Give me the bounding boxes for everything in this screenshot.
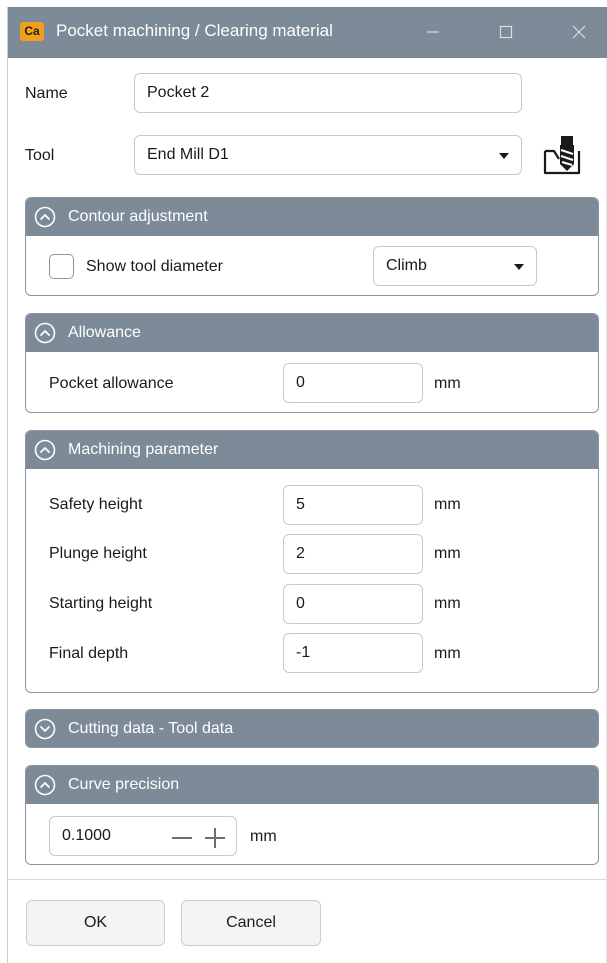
dialog-window: Ca Pocket machining / Clearing material … bbox=[7, 7, 607, 963]
final-depth-input[interactable] bbox=[284, 634, 422, 672]
pocket-allowance-label: Pocket allowance bbox=[49, 375, 174, 392]
chevron-up-circle-icon bbox=[34, 774, 56, 796]
starting-height-input[interactable] bbox=[284, 585, 422, 623]
tool-holder-button[interactable] bbox=[541, 134, 585, 178]
tool-dropdown[interactable]: End Mill D1 bbox=[134, 135, 522, 175]
final-depth-unit: mm bbox=[434, 645, 461, 662]
machining-parameter-header[interactable]: Machining parameter bbox=[26, 431, 598, 469]
chevron-up-circle-icon bbox=[34, 439, 56, 461]
contour-adjustment-panel: Contour adjustment Show tool diameter Cl… bbox=[25, 197, 599, 296]
name-field[interactable] bbox=[134, 73, 522, 113]
minimize-button[interactable] bbox=[413, 18, 453, 46]
curve-precision-title: Curve precision bbox=[68, 776, 180, 793]
footer-divider bbox=[8, 879, 607, 880]
plus-icon bbox=[205, 828, 225, 848]
curve-precision-input[interactable] bbox=[50, 817, 160, 855]
safety-height-input[interactable] bbox=[284, 486, 422, 524]
machining-parameter-panel: Machining parameter Safety height mm Plu… bbox=[25, 430, 599, 693]
chevron-up-circle-icon bbox=[34, 322, 56, 344]
name-label: Name bbox=[25, 85, 68, 102]
decrement-button[interactable] bbox=[170, 826, 194, 848]
plunge-height-field[interactable] bbox=[283, 534, 423, 574]
final-depth-label: Final depth bbox=[49, 645, 129, 662]
maximize-icon bbox=[499, 25, 513, 39]
safety-height-field[interactable] bbox=[283, 485, 423, 525]
tool-holder-icon bbox=[543, 136, 581, 175]
plunge-height-label: Plunge height bbox=[49, 545, 147, 562]
allowance-panel: Allowance Pocket allowance mm bbox=[25, 313, 599, 413]
plunge-height-input[interactable] bbox=[284, 535, 422, 573]
direction-dropdown[interactable]: Climb bbox=[373, 246, 537, 286]
curve-precision-panel: Curve precision mm bbox=[25, 765, 599, 865]
curve-precision-unit: mm bbox=[250, 828, 277, 845]
show-tool-diameter-checkbox[interactable] bbox=[49, 254, 74, 279]
chevron-down-circle-icon bbox=[34, 718, 56, 740]
contour-adjustment-header[interactable]: Contour adjustment bbox=[26, 198, 598, 236]
machining-parameter-title: Machining parameter bbox=[68, 441, 219, 458]
chevron-down-icon bbox=[514, 264, 524, 270]
app-icon: Ca bbox=[20, 22, 44, 41]
safety-height-unit: mm bbox=[434, 496, 461, 513]
maximize-button[interactable] bbox=[486, 18, 526, 46]
tool-dropdown-value: End Mill D1 bbox=[147, 146, 229, 163]
pocket-allowance-input[interactable] bbox=[284, 364, 422, 402]
name-input[interactable] bbox=[135, 74, 521, 112]
minimize-icon bbox=[427, 31, 439, 33]
starting-height-field[interactable] bbox=[283, 584, 423, 624]
starting-height-label: Starting height bbox=[49, 595, 153, 612]
chevron-down-icon bbox=[499, 153, 509, 159]
cancel-button[interactable]: Cancel bbox=[181, 900, 321, 946]
allowance-title: Allowance bbox=[68, 324, 141, 341]
cutting-data-title: Cutting data - Tool data bbox=[68, 720, 234, 737]
final-depth-field[interactable] bbox=[283, 633, 423, 673]
minus-icon bbox=[172, 837, 192, 839]
pocket-allowance-unit: mm bbox=[434, 375, 461, 392]
safety-height-label: Safety height bbox=[49, 496, 143, 513]
direction-dropdown-value: Climb bbox=[386, 257, 427, 274]
show-tool-diameter-label[interactable]: Show tool diameter bbox=[86, 258, 223, 276]
contour-adjustment-title: Contour adjustment bbox=[68, 208, 208, 225]
chevron-up-circle-icon bbox=[34, 206, 56, 228]
curve-precision-stepper[interactable] bbox=[49, 816, 237, 856]
increment-button[interactable] bbox=[203, 826, 227, 848]
allowance-header[interactable]: Allowance bbox=[26, 314, 598, 352]
title-bar[interactable]: Ca Pocket machining / Clearing material bbox=[8, 7, 607, 58]
cutting-data-panel: Cutting data - Tool data bbox=[25, 709, 599, 748]
ok-button[interactable]: OK bbox=[26, 900, 165, 946]
starting-height-unit: mm bbox=[434, 595, 461, 612]
pocket-allowance-field[interactable] bbox=[283, 363, 423, 403]
window-title: Pocket machining / Clearing material bbox=[56, 21, 333, 40]
close-button[interactable] bbox=[559, 18, 599, 46]
close-icon bbox=[572, 25, 586, 39]
plunge-height-unit: mm bbox=[434, 545, 461, 562]
tool-label: Tool bbox=[25, 147, 55, 164]
curve-precision-header[interactable]: Curve precision bbox=[26, 766, 598, 804]
cutting-data-header[interactable]: Cutting data - Tool data bbox=[26, 710, 598, 747]
